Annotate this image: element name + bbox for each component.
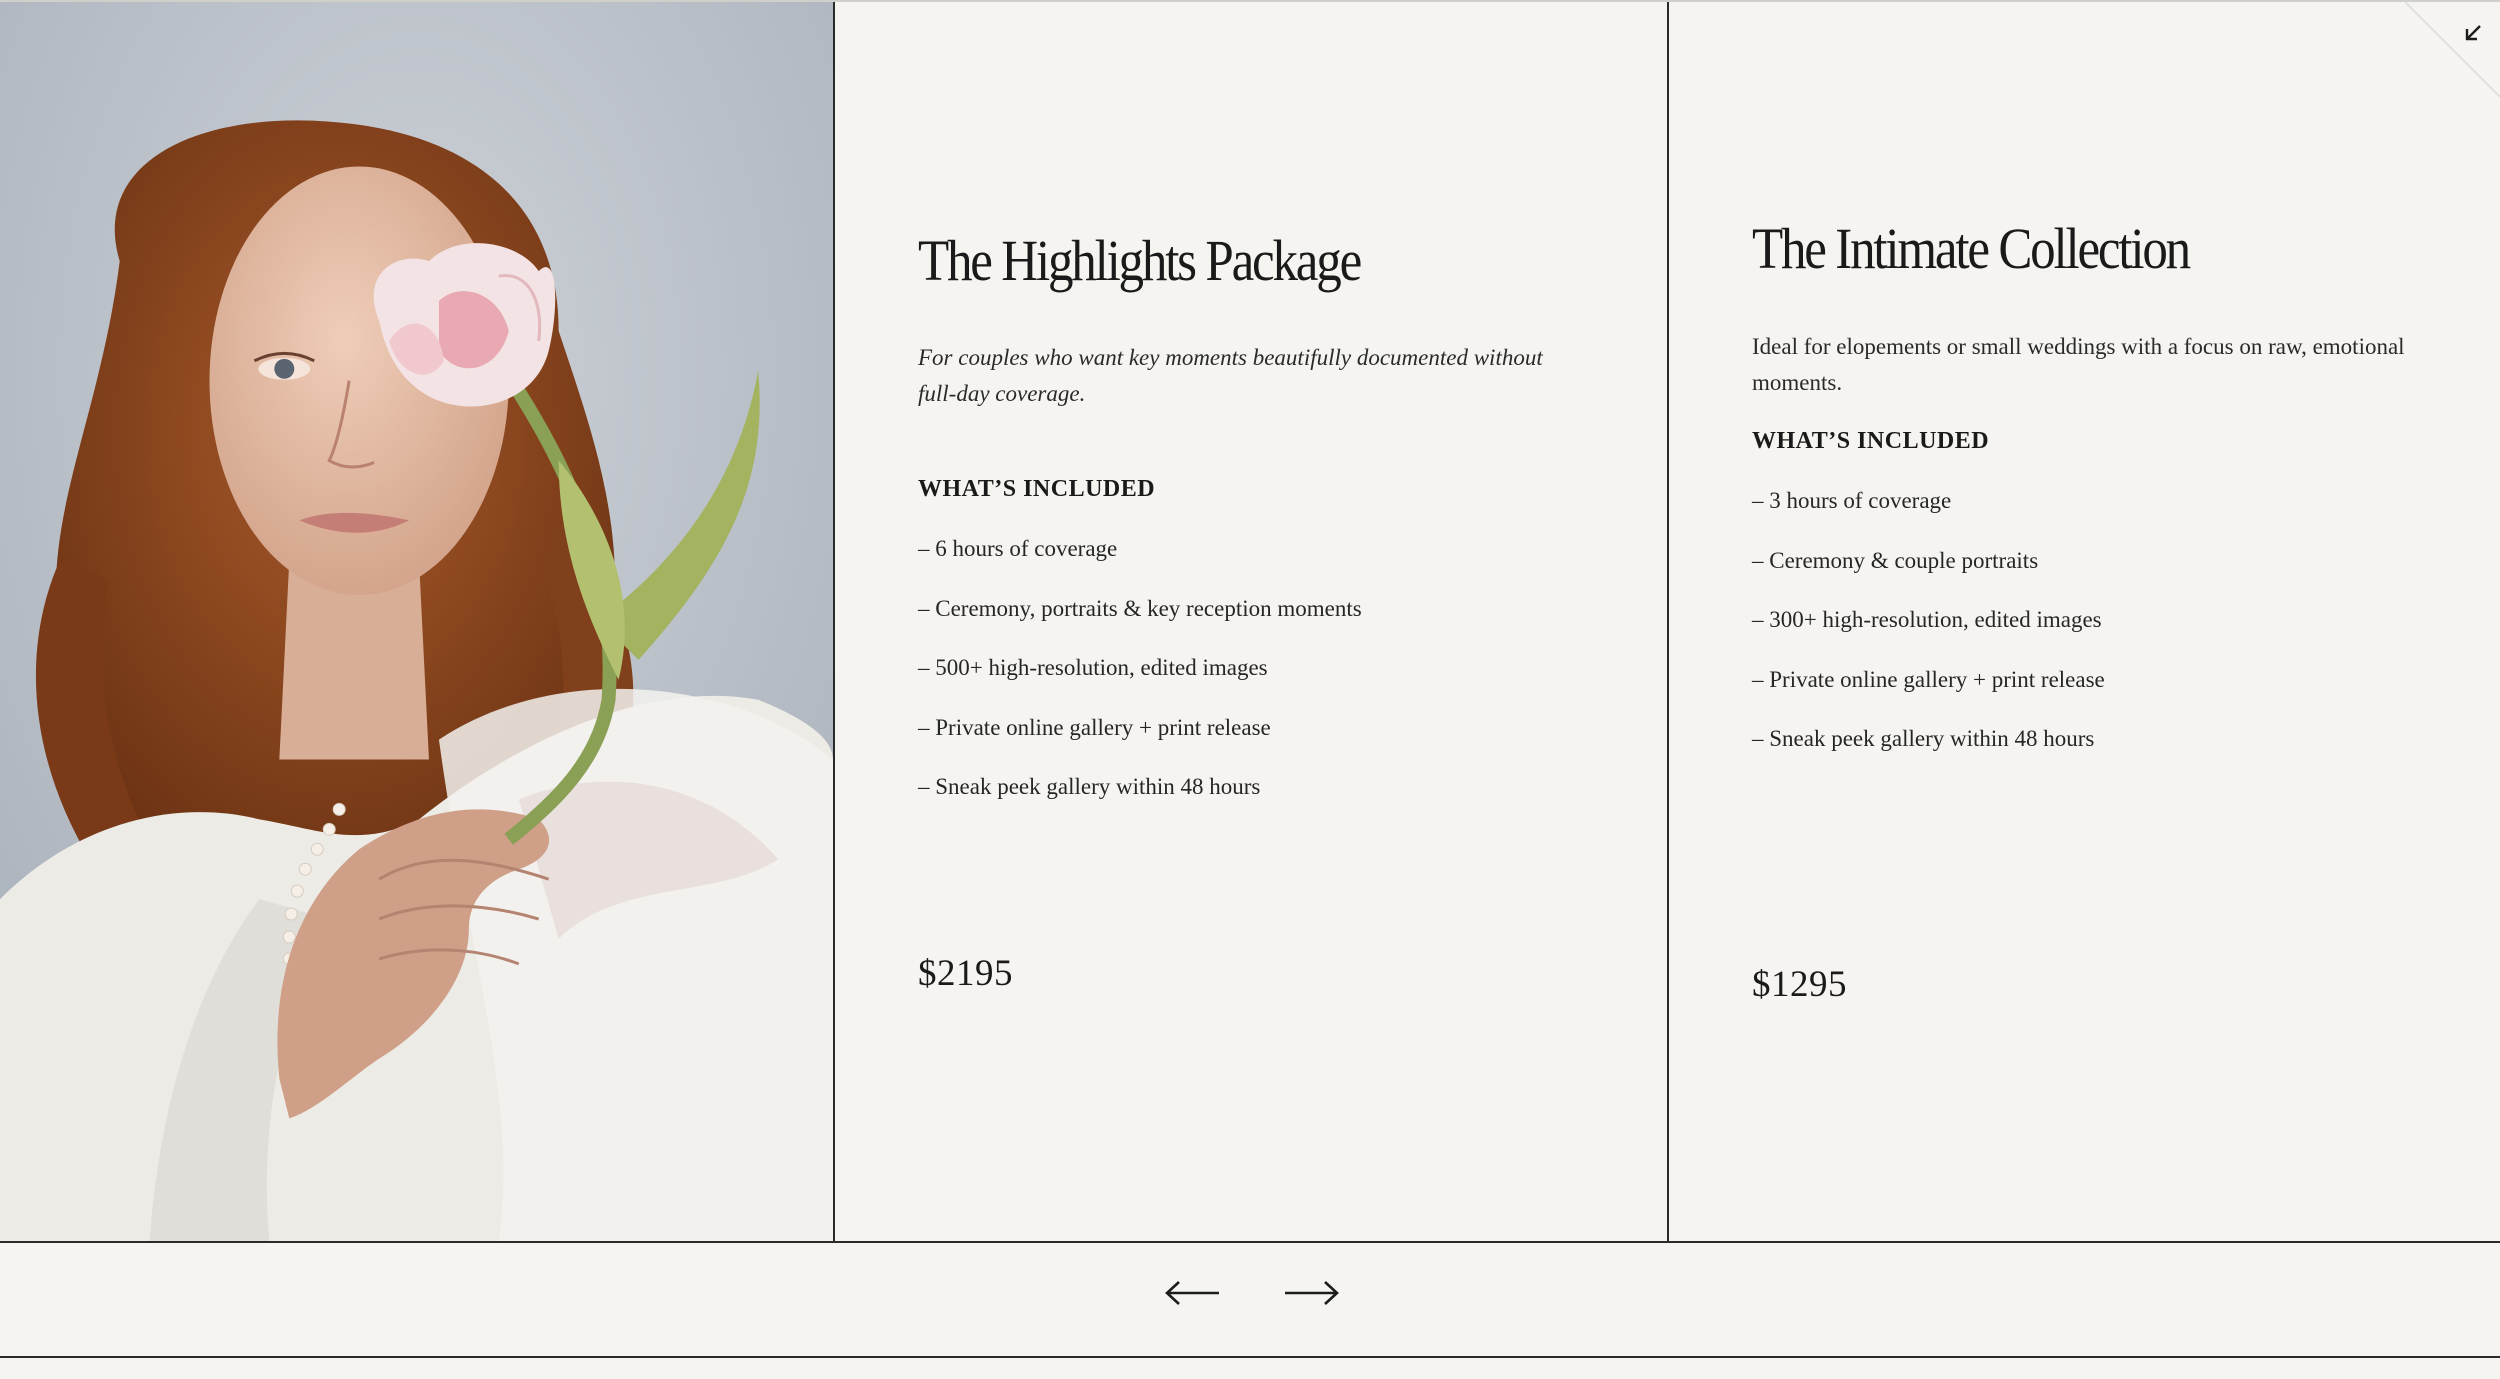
list-item: – 3 hours of coverage (1752, 488, 1952, 513)
package-price: $1295 (1752, 964, 1847, 1005)
list-item: – Ceremony, portraits & key reception mo… (918, 595, 1362, 621)
list-item: – 6 hours of coverage (918, 536, 1118, 561)
list-item: – 500+ high-resolution, edited images (918, 655, 1268, 680)
bride-with-tulip-photo (0, 2, 835, 1241)
previous-button[interactable] (1163, 1273, 1223, 1313)
list-item: – Private online gallery + print release (918, 714, 1271, 740)
collapse-button[interactable] (2458, 18, 2488, 48)
package-card-intimate: The Intimate Collection Ideal for elopem… (1669, 2, 2500, 1241)
package-carousel: The Highlights Package For couples who w… (0, 0, 2500, 1243)
list-item: – Ceremony & couple portraits (1752, 547, 2039, 573)
portrait-illustration (0, 2, 833, 1241)
package-card-highlights: The Highlights Package For couples who w… (835, 2, 1669, 1241)
collapse-arrow-icon (2465, 25, 2481, 41)
package-description: Ideal for elopements or small weddings w… (1752, 334, 2405, 395)
corner-fold (2405, 2, 2500, 97)
package-price: $2195 (918, 953, 1013, 994)
list-item: – 300+ high-resolution, edited images (1752, 607, 2102, 632)
arrow-left-icon (1165, 1281, 1219, 1305)
list-item: – Sneak peek gallery within 48 hours (1752, 726, 2095, 751)
included-heading: WHAT’S INCLUDED (1752, 428, 1990, 454)
package-title: The Intimate Collection (1752, 216, 2191, 281)
next-button[interactable] (1281, 1273, 1341, 1313)
package-title: The Highlights Package (918, 228, 1362, 293)
included-heading: WHAT’S INCLUDED (918, 476, 1156, 502)
package-description: For couples who want key moments beautif… (918, 345, 1543, 406)
arrow-right-icon (1285, 1281, 1339, 1305)
included-list: – 3 hours of coverage – Ceremony & coupl… (1752, 486, 2105, 784)
carousel-navigation (0, 1243, 2500, 1358)
list-item: – Private online gallery + print release (1752, 666, 2105, 692)
list-item: – Sneak peek gallery within 48 hours (918, 774, 1261, 799)
included-list: – 6 hours of coverage – Ceremony, portra… (918, 534, 1362, 832)
